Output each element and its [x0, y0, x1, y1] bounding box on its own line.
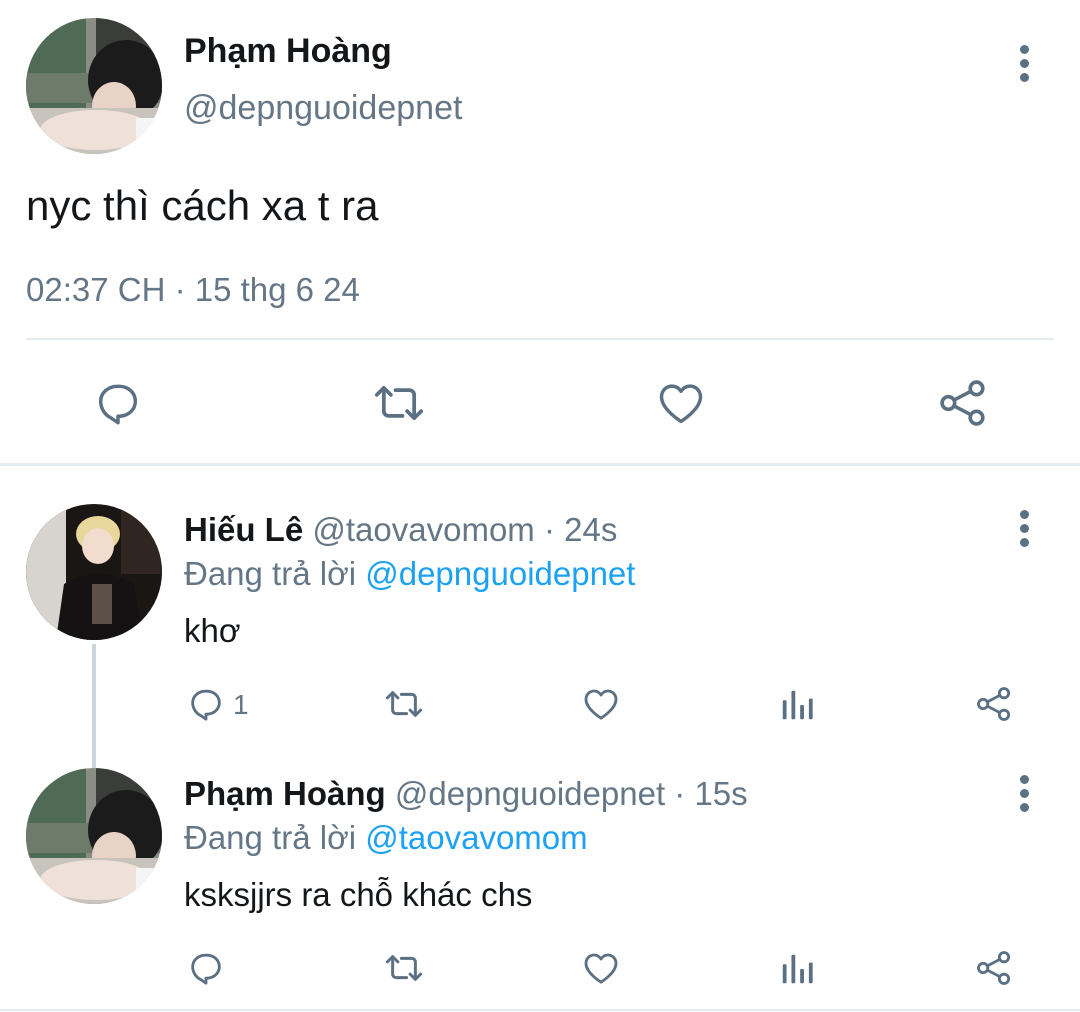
replying-to-link[interactable]: @depnguoidepnet: [365, 555, 635, 592]
avatar[interactable]: [26, 18, 162, 154]
time-ago[interactable]: · 15s: [674, 775, 747, 812]
like-icon[interactable]: [580, 948, 622, 988]
author-handle[interactable]: @depnguoidepnet: [184, 87, 462, 129]
author-name[interactable]: Hiếu Lê: [184, 511, 303, 548]
time-ago[interactable]: · 24s: [544, 511, 617, 548]
author-handle[interactable]: @depnguoidepnet: [395, 775, 665, 812]
more-options-icon[interactable]: [1020, 775, 1030, 817]
divider: [26, 338, 1054, 340]
avatar[interactable]: [26, 504, 162, 640]
author-name[interactable]: Phạm Hoàng: [184, 775, 386, 812]
tweet-text: nyc thì cách xa t ra: [26, 182, 379, 229]
replying-to-label: Đang trả lời: [184, 555, 357, 592]
thread-line: [92, 644, 96, 768]
reply-header: Phạm Hoàng @depnguoidepnet · 15s: [184, 774, 748, 814]
retweet-icon[interactable]: [382, 683, 426, 725]
replying-to: Đang trả lời @depnguoidepnet: [184, 554, 635, 594]
reply-icon[interactable]: [92, 377, 144, 429]
analytics-icon[interactable]: [778, 686, 816, 724]
reply-text: khơ: [184, 612, 241, 649]
analytics-icon[interactable]: [778, 950, 816, 988]
like-icon[interactable]: [580, 684, 622, 724]
section-divider: [0, 463, 1080, 466]
replying-to-link[interactable]: @taovavomom: [365, 819, 587, 856]
reply-icon[interactable]: [186, 684, 226, 724]
reply-header: Hiếu Lê @taovavomom · 24s: [184, 510, 617, 550]
author-handle[interactable]: @taovavomom: [312, 511, 534, 548]
replying-to: Đang trả lời @taovavomom: [184, 818, 588, 858]
retweet-icon[interactable]: [382, 947, 426, 989]
share-icon[interactable]: [936, 376, 990, 430]
replying-to-label: Đang trả lời: [184, 819, 357, 856]
more-options-icon[interactable]: [1020, 45, 1030, 87]
reply-count: 1: [233, 689, 249, 720]
bottom-divider: [0, 1009, 1080, 1011]
retweet-icon[interactable]: [370, 375, 428, 431]
share-icon[interactable]: [974, 684, 1014, 724]
more-options-icon[interactable]: [1020, 510, 1030, 552]
reply-text: ksksjjrs ra chỗ khác chs: [184, 876, 533, 913]
like-icon[interactable]: [654, 377, 708, 429]
author-name[interactable]: Phạm Hoàng: [184, 30, 392, 72]
share-icon[interactable]: [974, 948, 1014, 988]
tweet-timestamp[interactable]: 02:37 CH · 15 thg 6 24: [26, 270, 360, 310]
avatar[interactable]: [26, 768, 162, 904]
reply-icon[interactable]: [186, 948, 226, 988]
